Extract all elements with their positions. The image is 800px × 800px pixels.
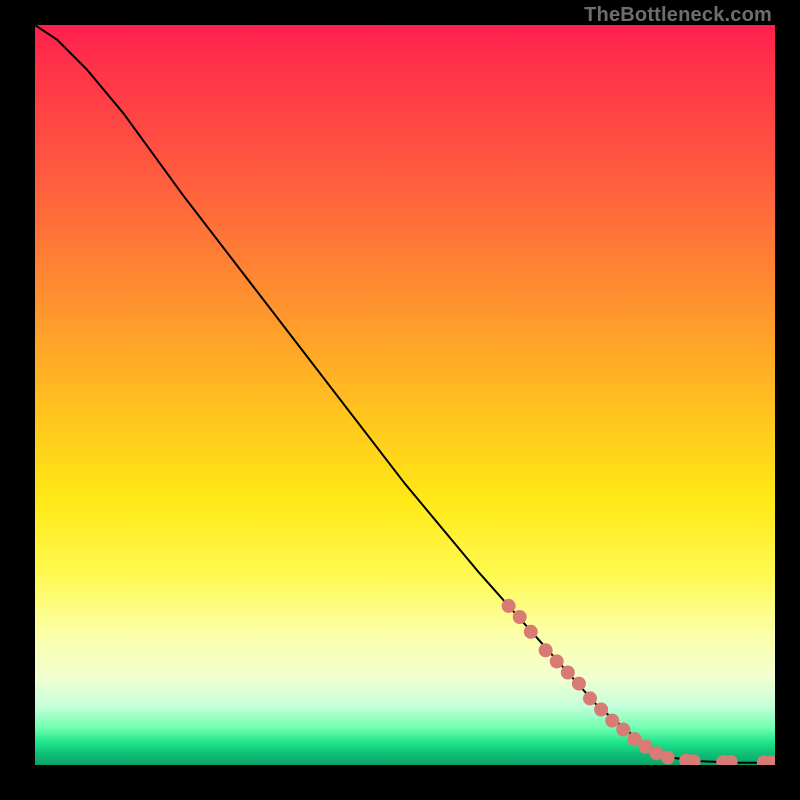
data-marker <box>616 723 630 737</box>
marker-group <box>502 599 775 765</box>
data-marker <box>561 666 575 680</box>
data-marker <box>583 691 597 705</box>
chart-overlay <box>35 25 775 765</box>
data-marker <box>572 677 586 691</box>
curve-line <box>35 25 775 763</box>
data-marker <box>502 599 516 613</box>
data-marker <box>605 714 619 728</box>
data-marker <box>594 703 608 717</box>
data-marker <box>661 751 675 765</box>
data-marker <box>513 610 527 624</box>
data-marker <box>524 625 538 639</box>
plot-area <box>35 25 775 765</box>
watermark-text: TheBottleneck.com <box>584 4 772 27</box>
data-marker <box>550 654 564 668</box>
data-marker <box>539 643 553 657</box>
